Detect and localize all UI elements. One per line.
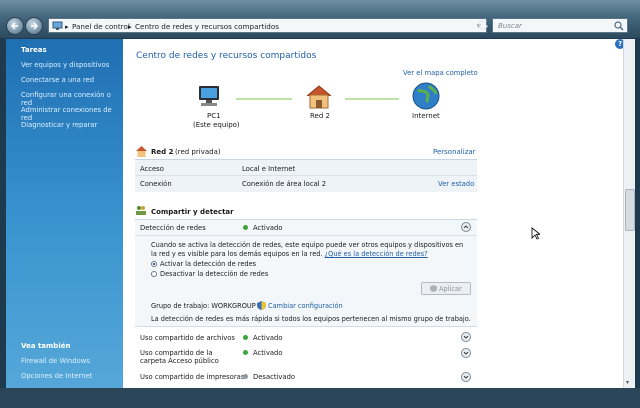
vertical-scrollbar[interactable]: ▾ xyxy=(623,39,635,388)
see-also-heading: Vea también xyxy=(21,342,71,350)
apply-button[interactable]: Aplicar xyxy=(421,282,471,295)
discovery-help-link[interactable]: ¿Qué es la detección de redes? xyxy=(325,250,428,258)
pc-label: PC1 xyxy=(207,112,221,120)
search-icon[interactable] xyxy=(614,21,624,31)
network-name: Red 2 xyxy=(151,148,174,156)
network-type: (red privada) xyxy=(175,148,221,156)
discovery-label: Detección de redes xyxy=(140,224,206,232)
house-network-icon xyxy=(306,85,332,109)
workgroup-label: Grupo de trabajo: WORKGROUP xyxy=(151,302,256,310)
search-input[interactable]: Buscar xyxy=(492,18,628,33)
breadcrumb-control-panel[interactable]: Panel de control xyxy=(72,22,130,31)
forward-button[interactable] xyxy=(25,17,43,35)
status-on-icon xyxy=(243,350,248,355)
link-line-pc-network xyxy=(236,98,292,100)
status-on-icon xyxy=(243,225,248,230)
full-map-link[interactable]: Ver el mapa completo xyxy=(403,69,478,77)
divider xyxy=(135,175,477,176)
network-label: Red 2 xyxy=(310,112,330,120)
discovery-description: Cuando se activa la detección de redes, … xyxy=(151,241,467,259)
option-disable-label[interactable]: Desactivar la detección de redes xyxy=(160,270,268,278)
breadcrumb-network-center[interactable]: Centro de redes y recursos compartidos xyxy=(135,22,279,31)
connection-label: Conexión xyxy=(140,180,172,188)
task-diagnose[interactable]: Diagnosticar y reparar xyxy=(21,121,97,129)
chevron-down-icon xyxy=(463,351,469,355)
printer-sharing-row: Uso compartido de impresoras Desactivado xyxy=(135,371,477,385)
internet-label: Internet xyxy=(412,112,440,120)
computer-icon xyxy=(199,86,219,106)
access-label: Acceso xyxy=(140,165,164,173)
status-off-icon xyxy=(243,374,248,379)
main-content: Centro de redes y recursos compartidos V… xyxy=(123,39,623,388)
pc-sublabel: (Este equipo) xyxy=(193,121,240,129)
chevron-down-icon xyxy=(463,335,469,339)
sharing-title: Compartir y detectar xyxy=(151,208,234,216)
chevron-right-icon: ▸ xyxy=(128,22,132,31)
printer-sharing-label: Uso compartido de impresoras xyxy=(140,373,245,381)
printer-sharing-status: Desactivado xyxy=(253,373,296,381)
access-value: Local e Internet xyxy=(242,165,296,173)
expand-button[interactable] xyxy=(461,372,471,382)
workgroup-note: La detección de redes es más rápida si t… xyxy=(151,315,471,323)
collapse-button[interactable] xyxy=(461,222,471,232)
scrollbar-thumb[interactable] xyxy=(625,189,635,231)
link-line-network-internet xyxy=(345,98,399,100)
connection-value: Conexión de área local 2 xyxy=(242,180,327,188)
discovery-status: Activado xyxy=(253,224,283,232)
expand-button[interactable] xyxy=(461,332,471,342)
task-manage-connections[interactable]: Administrar conexiones de red xyxy=(21,106,123,122)
house-icon xyxy=(136,146,147,157)
radio-disable-discovery[interactable] xyxy=(151,271,157,277)
task-setup-connection[interactable]: Configurar una conexión o red xyxy=(21,91,123,107)
public-folder-label: Uso compartido de la carpeta Acceso públ… xyxy=(140,349,219,365)
link-firewall[interactable]: Firewall de Windows xyxy=(21,357,90,365)
discovery-panel: Detección de redes Activado Cuando se ac… xyxy=(135,219,477,327)
address-bar[interactable]: ▸ Panel de control ▸ Centro de redes y r… xyxy=(48,18,487,33)
task-view-devices[interactable]: Ver equipos y dispositivos xyxy=(21,61,109,69)
task-pane: Tareas Ver equipos y dispositivos Conect… xyxy=(6,39,123,388)
network-details-panel: Acceso Local e Internet Conexión Conexió… xyxy=(135,159,477,192)
tasks-heading: Tareas xyxy=(21,46,47,54)
scroll-down-icon[interactable]: ▾ xyxy=(626,379,629,386)
change-config-link[interactable]: Cambiar configuración xyxy=(268,302,343,310)
expand-button[interactable] xyxy=(461,348,471,358)
back-button[interactable] xyxy=(6,17,24,35)
chevron-right-icon: ▸ xyxy=(65,22,69,31)
public-folder-status: Activado xyxy=(253,349,283,357)
forward-arrow-icon xyxy=(31,22,39,30)
status-on-icon xyxy=(243,335,248,340)
view-status-link[interactable]: Ver estado xyxy=(438,180,474,188)
globe-icon xyxy=(412,82,440,110)
option-enable-label[interactable]: Activar la detección de redes xyxy=(160,260,256,268)
apply-label: Aplicar xyxy=(439,285,462,293)
search-placeholder: Buscar xyxy=(498,22,522,30)
sharing-people-icon xyxy=(136,206,146,215)
chevron-up-icon xyxy=(463,225,469,229)
uac-shield-icon xyxy=(257,301,266,310)
file-sharing-label: Uso compartido de archivos xyxy=(140,334,235,342)
customize-link[interactable]: Personalizar xyxy=(433,148,476,156)
public-folder-row: Uso compartido de la carpeta Acceso públ… xyxy=(135,348,477,370)
shield-icon xyxy=(430,285,437,292)
mouse-cursor-icon xyxy=(531,227,540,240)
refresh-icon[interactable] xyxy=(478,20,488,31)
title-bar: ▸ Panel de control ▸ Centro de redes y r… xyxy=(0,0,640,38)
back-arrow-icon xyxy=(10,22,18,30)
chevron-down-icon xyxy=(463,375,469,379)
page-title: Centro de redes y recursos compartidos xyxy=(136,51,317,61)
file-sharing-status: Activado xyxy=(253,334,283,342)
network-icon xyxy=(52,21,63,30)
file-sharing-row: Uso compartido de archivos Activado xyxy=(135,331,477,345)
link-internet-options[interactable]: Opciones de Internet xyxy=(21,372,92,380)
radio-enable-discovery[interactable] xyxy=(151,261,157,267)
window-bottom-frame xyxy=(0,388,640,408)
divider xyxy=(135,235,477,236)
task-connect-network[interactable]: Conectarse a una red xyxy=(21,76,94,84)
